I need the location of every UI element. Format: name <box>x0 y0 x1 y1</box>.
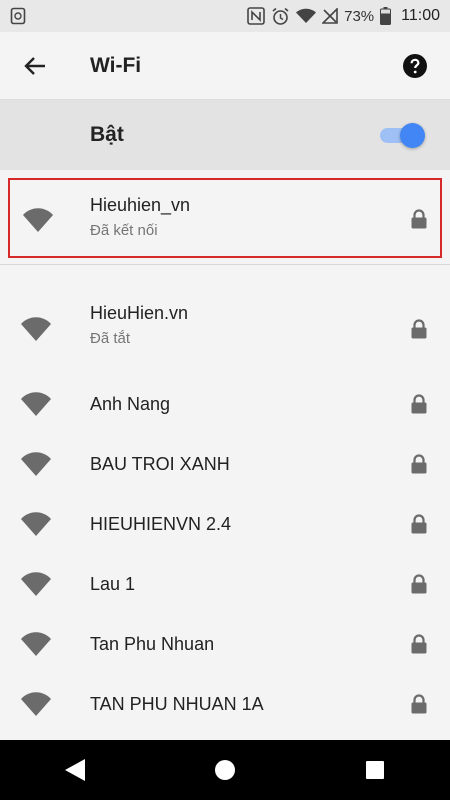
switch-thumb <box>400 123 425 148</box>
battery-percent: 73% <box>344 7 375 25</box>
wifi-signal-icon <box>20 511 52 537</box>
nav-back-button[interactable] <box>45 740 105 800</box>
wifi-signal-icon <box>20 451 52 477</box>
network-row[interactable]: TAN PHU NHUAN 1A <box>0 674 450 734</box>
network-name: TAN PHU NHUAN 1A <box>90 694 264 714</box>
connected-network-row[interactable]: Hieuhien_vn Đã kết nối <box>8 178 442 258</box>
divider <box>0 264 450 265</box>
toggle-label: Bật <box>90 123 124 146</box>
app-bar: Wi-Fi <box>0 32 450 100</box>
network-name: HieuHien.vn <box>90 303 189 323</box>
nfc-icon <box>247 7 265 25</box>
network-name: Hieuhien_vn <box>90 195 191 215</box>
back-button[interactable] <box>0 32 70 100</box>
wifi-toggle-row[interactable]: Bật <box>0 100 450 170</box>
lock-icon <box>410 454 428 474</box>
wifi-signal-icon <box>20 391 52 417</box>
wifi-status-icon <box>296 8 317 24</box>
recents-square-icon <box>366 761 384 779</box>
nav-home-button[interactable] <box>195 740 255 800</box>
arrow-left-icon <box>24 56 45 75</box>
network-row[interactable]: Anh Nang <box>0 374 450 434</box>
wifi-signal-icon <box>20 631 52 657</box>
nav-recents-button[interactable] <box>345 740 405 800</box>
network-row[interactable]: BAU TROI XANH <box>0 434 450 494</box>
network-name: Tan Phu Nhuan <box>90 634 215 654</box>
wifi-signal-icon <box>22 207 54 233</box>
no-signal-icon <box>322 8 338 24</box>
clock: 11:00 <box>401 7 440 24</box>
sync-icon <box>10 7 26 25</box>
home-circle-icon <box>215 760 235 780</box>
system-nav-bar <box>0 740 450 800</box>
page-title: Wi-Fi <box>90 53 142 77</box>
lock-icon <box>410 574 428 594</box>
network-status: Đã tắt <box>90 330 131 347</box>
help-button[interactable] <box>380 32 450 100</box>
wifi-switch[interactable] <box>380 123 425 148</box>
lock-icon <box>410 209 428 229</box>
lock-icon <box>410 634 428 654</box>
network-row[interactable]: HIEUHIENVN 2.4 <box>0 494 450 554</box>
network-status: Đã kết nối <box>90 222 158 239</box>
network-name: BAU TROI XANH <box>90 454 230 474</box>
network-name: Anh Nang <box>90 394 171 414</box>
wifi-signal-icon <box>20 691 52 717</box>
lock-icon <box>410 694 428 714</box>
wifi-signal-icon <box>20 571 52 597</box>
battery-icon <box>380 7 392 25</box>
network-row[interactable]: HieuHien.vn Đã tắt <box>0 292 450 366</box>
alarm-icon <box>271 7 290 26</box>
status-bar: 73% 11:00 <box>0 0 450 32</box>
network-row[interactable]: Lau 1 <box>0 554 450 614</box>
lock-icon <box>410 319 428 339</box>
lock-icon <box>410 394 428 414</box>
back-triangle-icon <box>65 759 85 781</box>
network-row[interactable]: Tan Phu Nhuan <box>0 614 450 674</box>
lock-icon <box>410 514 428 534</box>
wifi-signal-icon <box>20 316 52 342</box>
network-name: Lau 1 <box>90 574 136 594</box>
network-name: HIEUHIENVN 2.4 <box>90 514 232 534</box>
help-circle-icon <box>403 53 427 78</box>
